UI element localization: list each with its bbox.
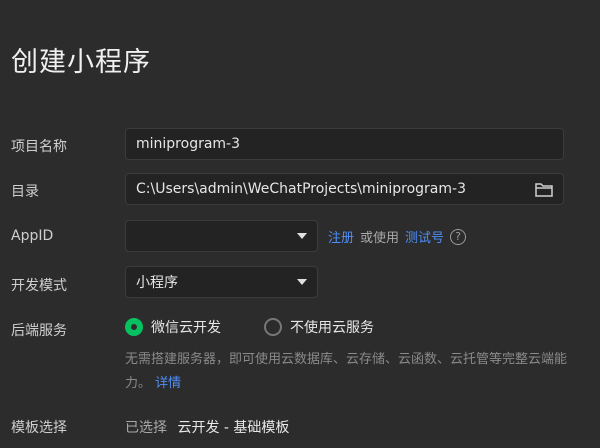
chevron-down-icon bbox=[297, 233, 307, 239]
radio-no-cloud[interactable]: 不使用云服务 bbox=[264, 317, 374, 337]
directory-value: C:\Users\admin\WeChatProjects\miniprogra… bbox=[136, 181, 466, 197]
chevron-down-icon bbox=[297, 279, 307, 285]
radio-no-cloud-label: 不使用云服务 bbox=[290, 320, 374, 336]
project-name-input[interactable]: miniprogram-3 bbox=[125, 128, 564, 160]
radio-wechat-cloud-label: 微信云开发 bbox=[151, 320, 221, 336]
dev-mode-label: 开发模式 bbox=[11, 278, 67, 294]
backend-label: 后端服务 bbox=[11, 323, 67, 339]
template-label: 模板选择 bbox=[11, 420, 67, 436]
folder-icon[interactable] bbox=[535, 182, 553, 197]
create-miniprogram-dialog: 创建小程序 项目名称 miniprogram-3 目录 C:\Users\adm… bbox=[0, 0, 600, 448]
details-link[interactable]: 详情 bbox=[155, 376, 181, 391]
template-selection: 已选择 云开发 - 基础模板 bbox=[125, 417, 289, 437]
appid-links: 注册 或使用 测试号 ? bbox=[328, 227, 467, 246]
question-circle-icon[interactable]: ? bbox=[450, 228, 467, 245]
directory-input[interactable]: C:\Users\admin\WeChatProjects\miniprogra… bbox=[125, 173, 564, 205]
dev-mode-select[interactable]: 小程序 bbox=[125, 266, 318, 298]
or-use-text: 或使用 bbox=[360, 231, 400, 246]
template-selected-prefix: 已选择 bbox=[125, 420, 167, 436]
appid-label: AppID bbox=[11, 228, 54, 244]
page-title: 创建小程序 bbox=[11, 47, 151, 78]
template-selected-value[interactable]: 云开发 - 基础模板 bbox=[177, 420, 289, 436]
radio-unselected-icon[interactable] bbox=[264, 318, 282, 336]
backend-description-text: 无需搭建服务器，即可使用云数据库、云存储、云函数、云托管等完整云端能力。 bbox=[125, 352, 568, 391]
backend-description: 无需搭建服务器，即可使用云数据库、云存储、云函数、云托管等完整云端能力。 详情 bbox=[125, 348, 585, 396]
test-account-link[interactable]: 测试号 bbox=[405, 227, 444, 246]
radio-selected-icon[interactable] bbox=[125, 318, 143, 336]
project-name-label: 项目名称 bbox=[11, 139, 67, 155]
radio-wechat-cloud[interactable]: 微信云开发 bbox=[125, 317, 221, 337]
project-name-value: miniprogram-3 bbox=[136, 136, 241, 152]
appid-select[interactable] bbox=[125, 220, 318, 252]
dev-mode-value: 小程序 bbox=[136, 275, 178, 291]
directory-label: 目录 bbox=[11, 184, 39, 200]
register-link[interactable]: 注册 bbox=[328, 227, 354, 246]
